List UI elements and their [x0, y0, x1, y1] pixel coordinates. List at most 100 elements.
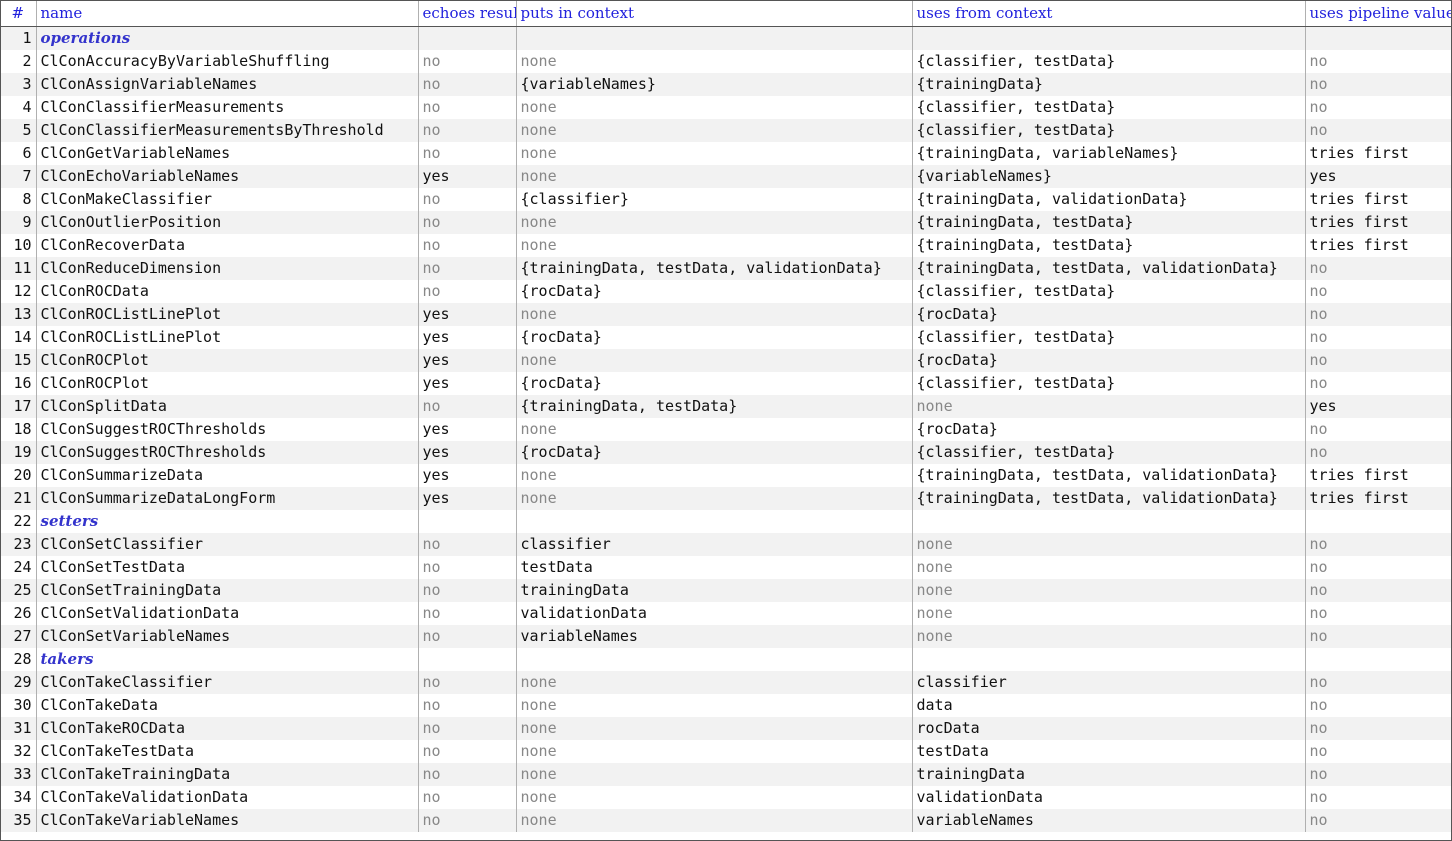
- row-number: 3: [0, 73, 36, 96]
- cell-echoes-result: no: [417, 73, 516, 96]
- cell-name: ClConAccuracyByVariableShuffling: [35, 50, 418, 73]
- table-row[interactable]: 31 ClConTakeROCData no none rocData no: [0, 717, 1452, 740]
- table-row[interactable]: 21 ClConSummarizeDataLongForm yes none {trai…: [0, 487, 1452, 510]
- empty-cell-puts: [515, 26, 912, 50]
- row-number: 2: [0, 50, 36, 73]
- table-row[interactable]: 30 ClConTakeData no none data no: [0, 694, 1452, 717]
- table-row[interactable]: 16 ClConROCPlot yes {rocData} {classifier, t…: [0, 372, 1452, 395]
- cell-echoes-result: no: [417, 211, 516, 234]
- cell-uses-pipeline-value: no: [1304, 809, 1452, 832]
- table-row[interactable]: 8 ClConMakeClassifier no {classifier} {train…: [0, 188, 1452, 211]
- table-row[interactable]: 33 ClConTakeTrainingData no none trainingDat…: [0, 763, 1452, 786]
- cell-echoes-result: yes: [417, 487, 516, 510]
- cell-echoes-result: yes: [417, 464, 516, 487]
- cell-echoes-result: no: [417, 786, 516, 809]
- table-section-row[interactable]: 22 setters: [0, 510, 1452, 533]
- cell-echoes-result: no: [417, 763, 516, 786]
- table-row[interactable]: 27 ClConSetVariableNames no variableNames no…: [0, 625, 1452, 648]
- cell-puts-in-context: none: [515, 50, 912, 73]
- table-row[interactable]: 4 ClConClassifierMeasurements no none {class…: [0, 96, 1452, 119]
- table-row[interactable]: 19 ClConSuggestROCThresholds yes {rocData}{…: [0, 441, 1452, 464]
- cell-name: ClConROCPlot: [35, 372, 418, 395]
- cell-echoes-result: no: [417, 96, 516, 119]
- table-row[interactable]: 18 ClConSuggestROCThresholds yes none {rocDa…: [0, 418, 1452, 441]
- cell-name: ClConTakeROCData: [35, 717, 418, 740]
- cell-name: ClConSuggestROCThresholds: [35, 441, 418, 464]
- table-row[interactable]: 23 ClConSetClassifier no classifier none no: [0, 533, 1452, 556]
- cell-uses-pipeline-value: no: [1304, 50, 1452, 73]
- row-number: 9: [0, 211, 36, 234]
- cell-puts-in-context: none: [515, 809, 912, 832]
- cell-puts-in-context: {trainingData, testData, validationData}: [515, 257, 912, 280]
- cell-uses-pipeline-value: no: [1304, 372, 1452, 395]
- row-number: 31: [0, 717, 36, 740]
- cell-puts-in-context: none: [515, 717, 912, 740]
- table-row[interactable]: 9 ClConOutlierPosition no none {trainingData…: [0, 211, 1452, 234]
- table-row[interactable]: 6 ClConGetVariableNames no none {trainingDat…: [0, 142, 1452, 165]
- column-header-echoes-result[interactable]: echoes result: [417, 1, 516, 27]
- cell-uses-from-context: none: [911, 602, 1305, 625]
- function-signature-table: # name echoes result puts in context use…: [0, 1, 1452, 832]
- cell-puts-in-context: testData: [515, 556, 912, 579]
- column-header-uses-pipeline-value[interactable]: uses pipeline value: [1304, 1, 1452, 27]
- table-row[interactable]: 34 ClConTakeValidationData no none validatio…: [0, 786, 1452, 809]
- table-row[interactable]: 29 ClConTakeClassifier no none classifier no: [0, 671, 1452, 694]
- table-row[interactable]: 14 ClConROCListLinePlot yes {rocData} {class…: [0, 326, 1452, 349]
- table-row[interactable]: 15 ClConROCPlot yes none {rocData} no: [0, 349, 1452, 372]
- cell-uses-pipeline-value: tries first: [1304, 464, 1452, 487]
- cell-uses-pipeline-value: no: [1304, 280, 1452, 303]
- empty-cell-puts: [515, 510, 912, 533]
- cell-puts-in-context: none: [515, 763, 912, 786]
- cell-puts-in-context: none: [515, 671, 912, 694]
- table-row[interactable]: 32 ClConTakeTestData no none testData no: [0, 740, 1452, 763]
- cell-uses-from-context: {classifier, testData}: [911, 96, 1305, 119]
- table-row[interactable]: 3 ClConAssignVariableNames no {variableName…: [0, 73, 1452, 96]
- column-header-uses-from-context[interactable]: uses from context: [911, 1, 1305, 27]
- cell-uses-from-context: {rocData}: [911, 418, 1305, 441]
- cell-echoes-result: no: [417, 533, 516, 556]
- cell-echoes-result: no: [417, 395, 516, 418]
- cell-name: ClConSetTrainingData: [35, 579, 418, 602]
- cell-name: ClConEchoVariableNames: [35, 165, 418, 188]
- cell-echoes-result: yes: [417, 441, 516, 464]
- table-row[interactable]: 24 ClConSetTestData no testData none no: [0, 556, 1452, 579]
- table-row[interactable]: 26 ClConSetValidationData no validationData…: [0, 602, 1452, 625]
- table-row[interactable]: 11 ClConReduceDimension no {trainingData, t…: [0, 257, 1452, 280]
- row-number: 19: [0, 441, 36, 464]
- table-row[interactable]: 10 ClConRecoverData no none {trainingData, t…: [0, 234, 1452, 257]
- empty-cell-pipe: [1304, 510, 1452, 533]
- cell-puts-in-context: none: [515, 234, 912, 257]
- empty-cell-pipe: [1304, 26, 1452, 50]
- table-section-row[interactable]: 28 takers: [0, 648, 1452, 671]
- cell-uses-pipeline-value: no: [1304, 349, 1452, 372]
- table-row[interactable]: 25 ClConSetTrainingData no trainingData none…: [0, 579, 1452, 602]
- table-section-row[interactable]: 1 operations: [0, 26, 1452, 50]
- table-row[interactable]: 20 ClConSummarizeData yes none {trainingData…: [0, 464, 1452, 487]
- cell-echoes-result: yes: [417, 326, 516, 349]
- section-label: setters: [35, 510, 418, 533]
- cell-uses-pipeline-value: tries first: [1304, 487, 1452, 510]
- cell-puts-in-context: none: [515, 487, 912, 510]
- column-header-num[interactable]: #: [0, 1, 36, 27]
- table-row[interactable]: 17 ClConSplitData no {trainingData, testDat…: [0, 395, 1452, 418]
- cell-name: ClConSetValidationData: [35, 602, 418, 625]
- cell-puts-in-context: {rocData}: [515, 326, 912, 349]
- column-header-name[interactable]: name: [35, 1, 418, 27]
- table-row[interactable]: 7 ClConEchoVariableNames yes none {variableN…: [0, 165, 1452, 188]
- cell-uses-from-context: {trainingData, testData}: [911, 211, 1305, 234]
- table-row[interactable]: 2 ClConAccuracyByVariableShuffling no none{…: [0, 50, 1452, 73]
- table-header: # name echoes result puts in context use…: [0, 1, 1452, 27]
- empty-cell-uses: [911, 510, 1305, 533]
- cell-puts-in-context: none: [515, 96, 912, 119]
- table-row[interactable]: 12 ClConROCData no {rocData} {classifier, te…: [0, 280, 1452, 303]
- cell-uses-from-context: {trainingData, testData, validationData}: [911, 464, 1305, 487]
- cell-name: ClConOutlierPosition: [35, 211, 418, 234]
- table-row[interactable]: 35 ClConTakeVariableNames no none variableNa…: [0, 809, 1452, 832]
- section-label: operations: [35, 26, 418, 50]
- cell-uses-from-context: testData: [911, 740, 1305, 763]
- row-number: 30: [0, 694, 36, 717]
- table-row[interactable]: 5 ClConClassifierMeasurementsByThreshold n…: [0, 119, 1452, 142]
- column-header-puts-in-context[interactable]: puts in context: [515, 1, 912, 27]
- table-row[interactable]: 13 ClConROCListLinePlot yes none {rocData} no: [0, 303, 1452, 326]
- cell-puts-in-context: none: [515, 349, 912, 372]
